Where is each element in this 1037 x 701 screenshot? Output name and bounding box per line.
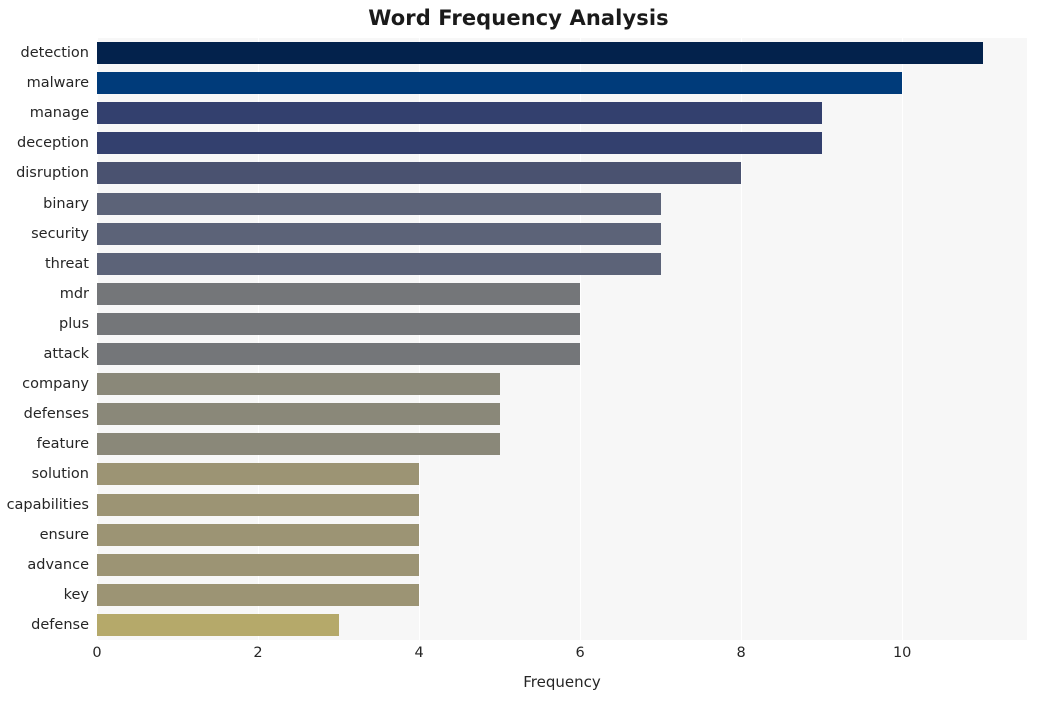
y-tick-label-feature: feature bbox=[36, 436, 89, 453]
bar-plus[interactable] bbox=[97, 312, 581, 335]
bar-disruption[interactable] bbox=[97, 162, 742, 185]
y-tick-label-plus: plus bbox=[59, 315, 89, 332]
y-tick-label-disruption: disruption bbox=[16, 165, 89, 182]
bar-attack[interactable] bbox=[97, 343, 581, 366]
y-tick-label-threat: threat bbox=[44, 255, 89, 272]
y-tick-label-company: company bbox=[22, 376, 89, 393]
bar-feature[interactable] bbox=[97, 433, 500, 456]
y-tick-label-binary: binary bbox=[43, 195, 89, 212]
y-tick-label-manage: manage bbox=[29, 105, 89, 122]
gridline-x-0 bbox=[97, 38, 98, 640]
word-frequency-bar-chart: Word Frequency Analysis detection malware… bbox=[0, 0, 1037, 701]
gridline-x-2 bbox=[419, 38, 421, 640]
plot-area bbox=[97, 38, 1027, 640]
chart-title: Word Frequency Analysis bbox=[368, 6, 669, 30]
y-tick-label-detection: detection bbox=[20, 45, 89, 62]
x-tick-label-2: 2 bbox=[253, 645, 263, 661]
x-tick-label-10: 10 bbox=[892, 645, 912, 661]
x-axis-title: Frequency bbox=[523, 673, 601, 691]
y-tick-label-key: key bbox=[63, 586, 89, 603]
bar-advance[interactable] bbox=[97, 553, 420, 576]
y-tick-label-solution: solution bbox=[31, 466, 89, 483]
bar-detection[interactable] bbox=[97, 42, 983, 65]
gridline-x-5 bbox=[902, 38, 904, 640]
x-tick-label-4: 4 bbox=[414, 645, 424, 661]
bar-defense[interactable] bbox=[97, 613, 339, 636]
y-tick-label-ensure: ensure bbox=[39, 526, 89, 543]
bar-binary[interactable] bbox=[97, 192, 661, 215]
y-tick-label-defenses: defenses bbox=[23, 406, 89, 423]
y-tick-label-mdr: mdr bbox=[59, 285, 89, 302]
x-tick-label-0: 0 bbox=[92, 645, 102, 661]
x-axis-tick-labels: 0 2 4 6 8 10 bbox=[0, 645, 1037, 667]
y-tick-label-security: security bbox=[31, 225, 89, 242]
bar-capabilities[interactable] bbox=[97, 493, 420, 516]
gridline-x-3 bbox=[580, 38, 582, 640]
bar-defenses[interactable] bbox=[97, 403, 500, 426]
bar-security[interactable] bbox=[97, 222, 661, 245]
y-tick-label-deception: deception bbox=[17, 135, 89, 152]
bar-manage[interactable] bbox=[97, 102, 822, 125]
bar-deception[interactable] bbox=[97, 132, 822, 155]
y-tick-label-advance: advance bbox=[27, 556, 89, 573]
y-tick-label-defense: defense bbox=[31, 616, 89, 633]
bar-company[interactable] bbox=[97, 373, 500, 396]
bar-key[interactable] bbox=[97, 583, 420, 606]
y-tick-label-malware: malware bbox=[26, 75, 89, 92]
gridline-x-4 bbox=[741, 38, 743, 640]
gridline-x-1 bbox=[258, 38, 260, 640]
x-tick-label-8: 8 bbox=[736, 645, 746, 661]
bar-ensure[interactable] bbox=[97, 523, 420, 546]
bar-mdr[interactable] bbox=[97, 282, 581, 305]
bar-threat[interactable] bbox=[97, 252, 661, 275]
bar-malware[interactable] bbox=[97, 72, 903, 95]
y-tick-label-attack: attack bbox=[43, 346, 89, 363]
bar-solution[interactable] bbox=[97, 463, 420, 486]
y-tick-label-capabilities: capabilities bbox=[6, 496, 89, 513]
x-tick-label-6: 6 bbox=[575, 645, 585, 661]
y-axis-tick-labels: detection malware manage deception disruptio… bbox=[0, 38, 89, 640]
